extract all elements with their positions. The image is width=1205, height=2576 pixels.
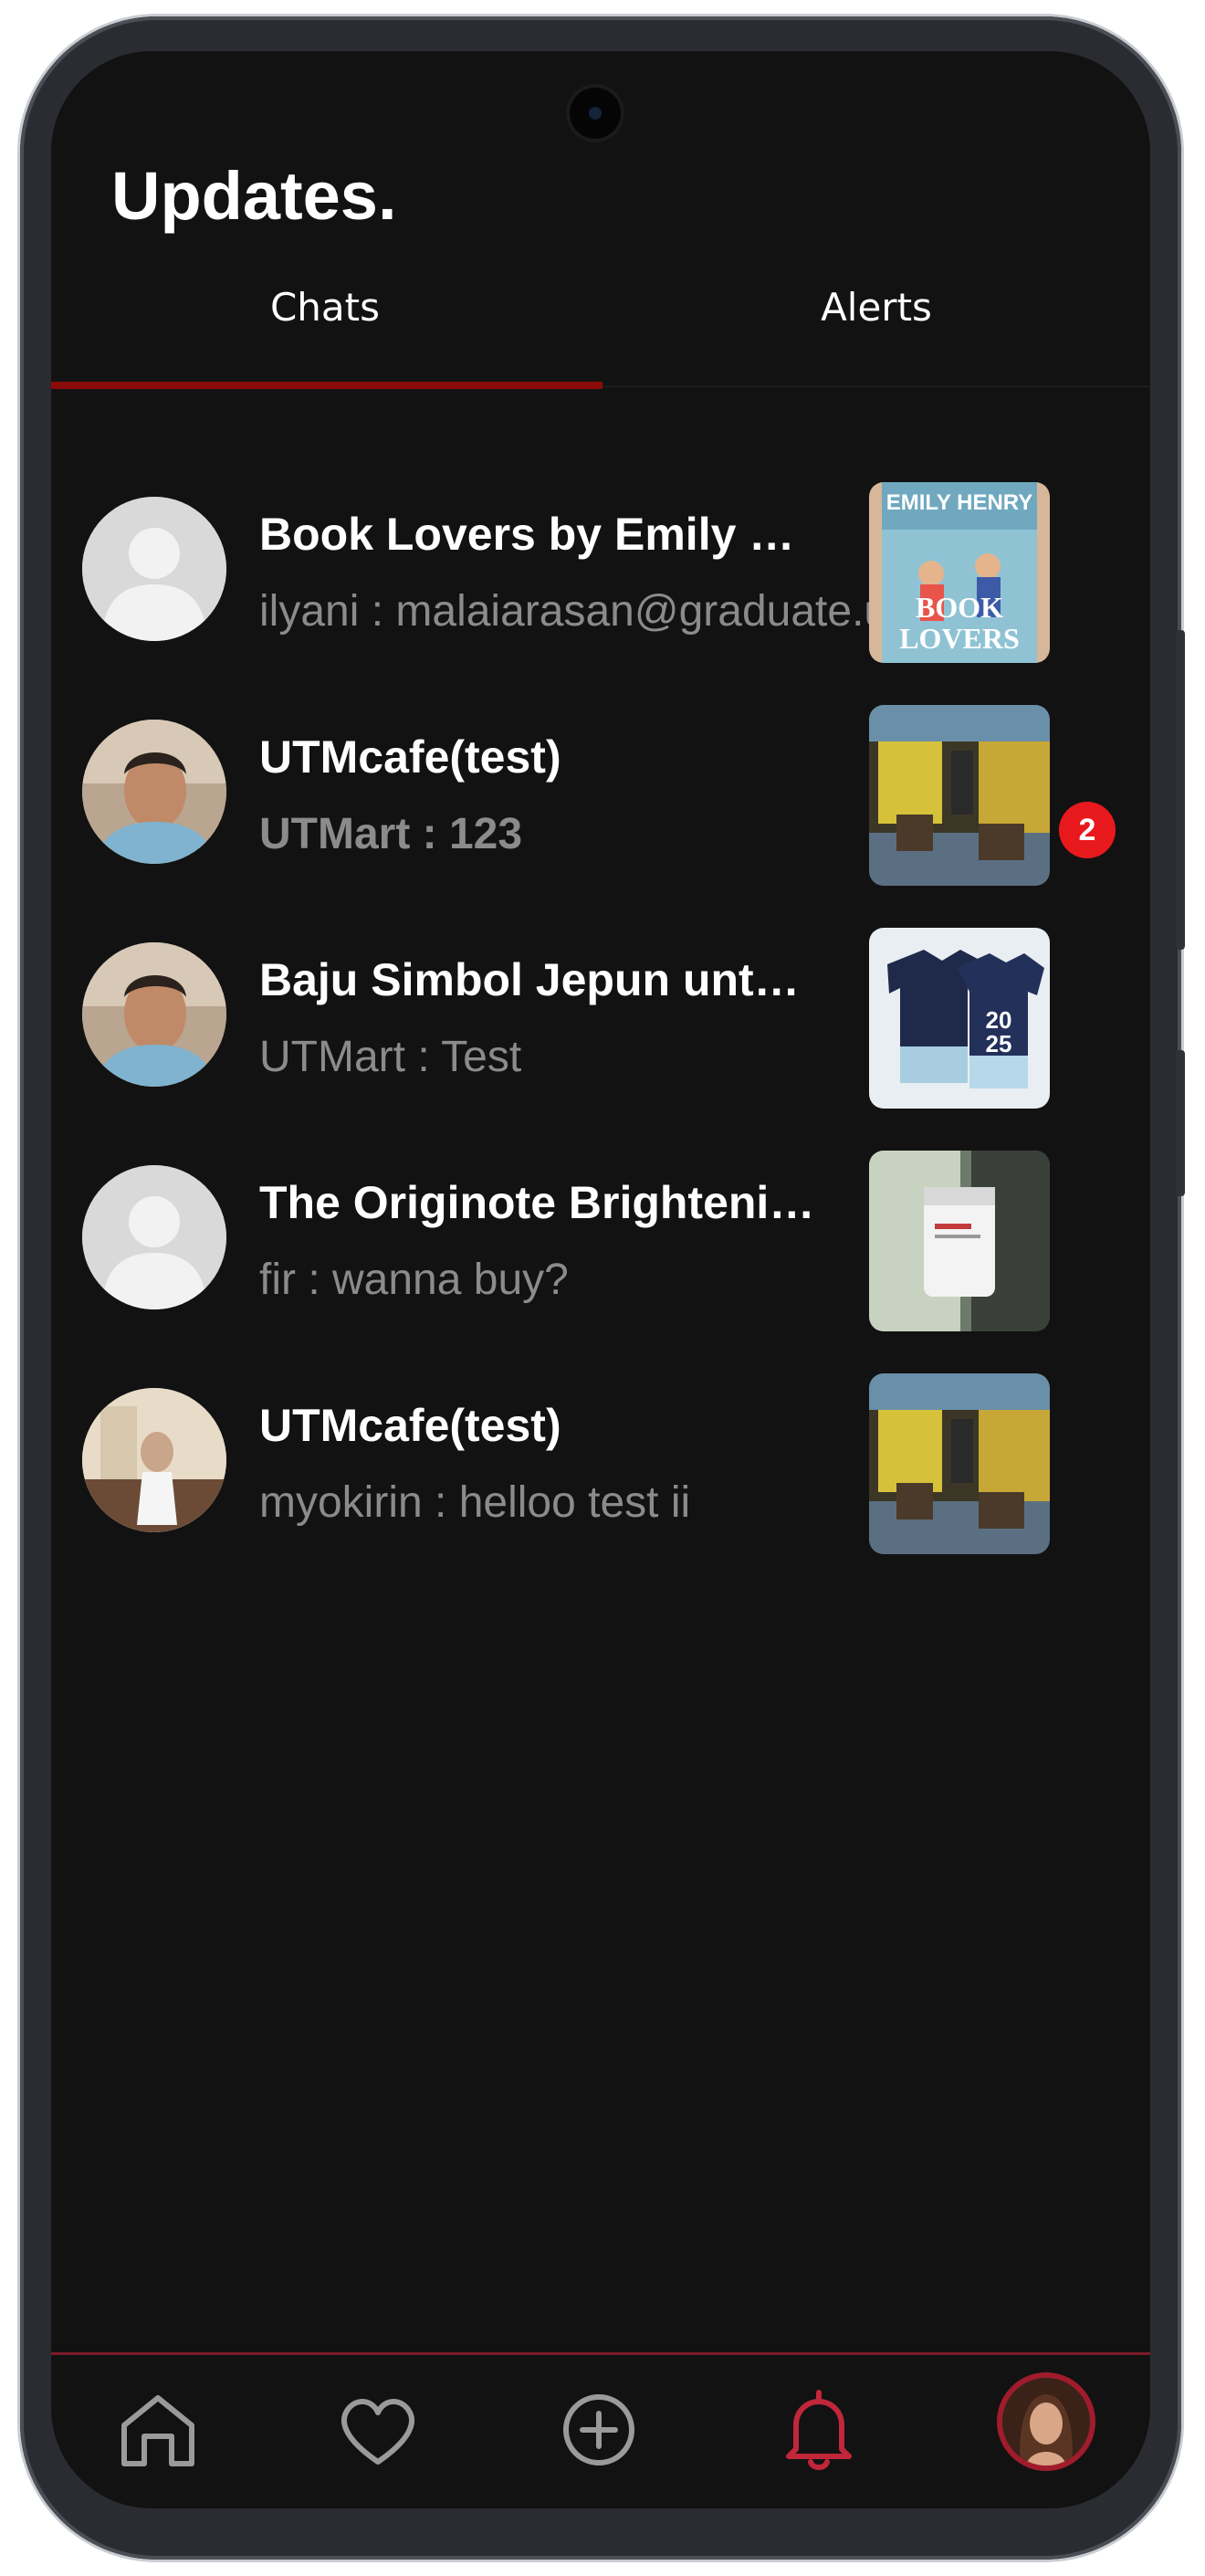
svg-text:LOVERS: LOVERS [899, 622, 1020, 655]
chat-list-item[interactable]: Baju Simbol Jepun untuk dijual UTMart : … [51, 924, 1150, 1109]
active-tab-indicator [51, 382, 602, 389]
profile-avatar[interactable] [997, 2372, 1095, 2471]
user-avatar [82, 942, 226, 1087]
tab-chats[interactable]: Chats [51, 285, 599, 330]
svg-text:25: 25 [986, 1030, 1012, 1057]
default-avatar-icon [82, 1165, 226, 1309]
product-jar-image [869, 1151, 1050, 1331]
chat-list-item[interactable]: The Originote Brightening Moisturizer fi… [51, 1147, 1150, 1331]
add-circle-icon [563, 2394, 634, 2466]
unread-badge: 2 [1059, 802, 1116, 858]
home-icon [121, 2395, 194, 2466]
chat-title: UTMcafe(test) [259, 1400, 561, 1451]
heart-icon [341, 2399, 415, 2465]
chat-title: Baju Simbol Jepun untuk dijual [259, 954, 825, 1005]
nav-notifications[interactable] [769, 2380, 869, 2480]
bottom-nav-divider [51, 2352, 1150, 2355]
bell-icon [786, 2390, 852, 2470]
nav-home[interactable] [108, 2380, 208, 2480]
page-title: Updates. [111, 158, 397, 234]
cafe-image [869, 1373, 1050, 1554]
tab-alerts[interactable]: Alerts [602, 285, 1150, 330]
jersey-image: 20 25 [869, 928, 1050, 1109]
chat-title: The Originote Brightening Moisturizer [259, 1177, 825, 1228]
svg-text:EMILY HENRY: EMILY HENRY [886, 490, 1033, 515]
app-screen: Updates. Chats Alerts Book Lovers by Emi… [51, 51, 1150, 2508]
chat-title: Book Lovers by Emily Henry [259, 509, 825, 560]
chat-title: UTMcafe(test) [259, 731, 561, 783]
chat-list-item[interactable]: UTMcafe(test) myokirin : helloo test ii [51, 1370, 1150, 1554]
phone-volume-button [1176, 1050, 1185, 1196]
phone-power-button [1176, 630, 1185, 950]
chat-list-item[interactable]: UTMcafe(test) UTMart : 123 2 [51, 701, 1150, 886]
user-avatar [82, 1388, 226, 1532]
nav-create[interactable] [549, 2380, 649, 2480]
tab-divider [602, 385, 1150, 387]
user-avatar [82, 720, 226, 864]
chat-list-item[interactable]: Book Lovers by Emily Henry ilyani : mala… [51, 478, 1150, 663]
nav-favorites[interactable] [328, 2380, 428, 2480]
cafe-image [869, 705, 1050, 886]
front-camera [570, 88, 621, 139]
svg-text:BOOK: BOOK [916, 591, 1003, 624]
default-avatar-icon [82, 497, 226, 641]
book-cover-image: EMILY HENRY BOOK LOVERS [869, 482, 1050, 663]
